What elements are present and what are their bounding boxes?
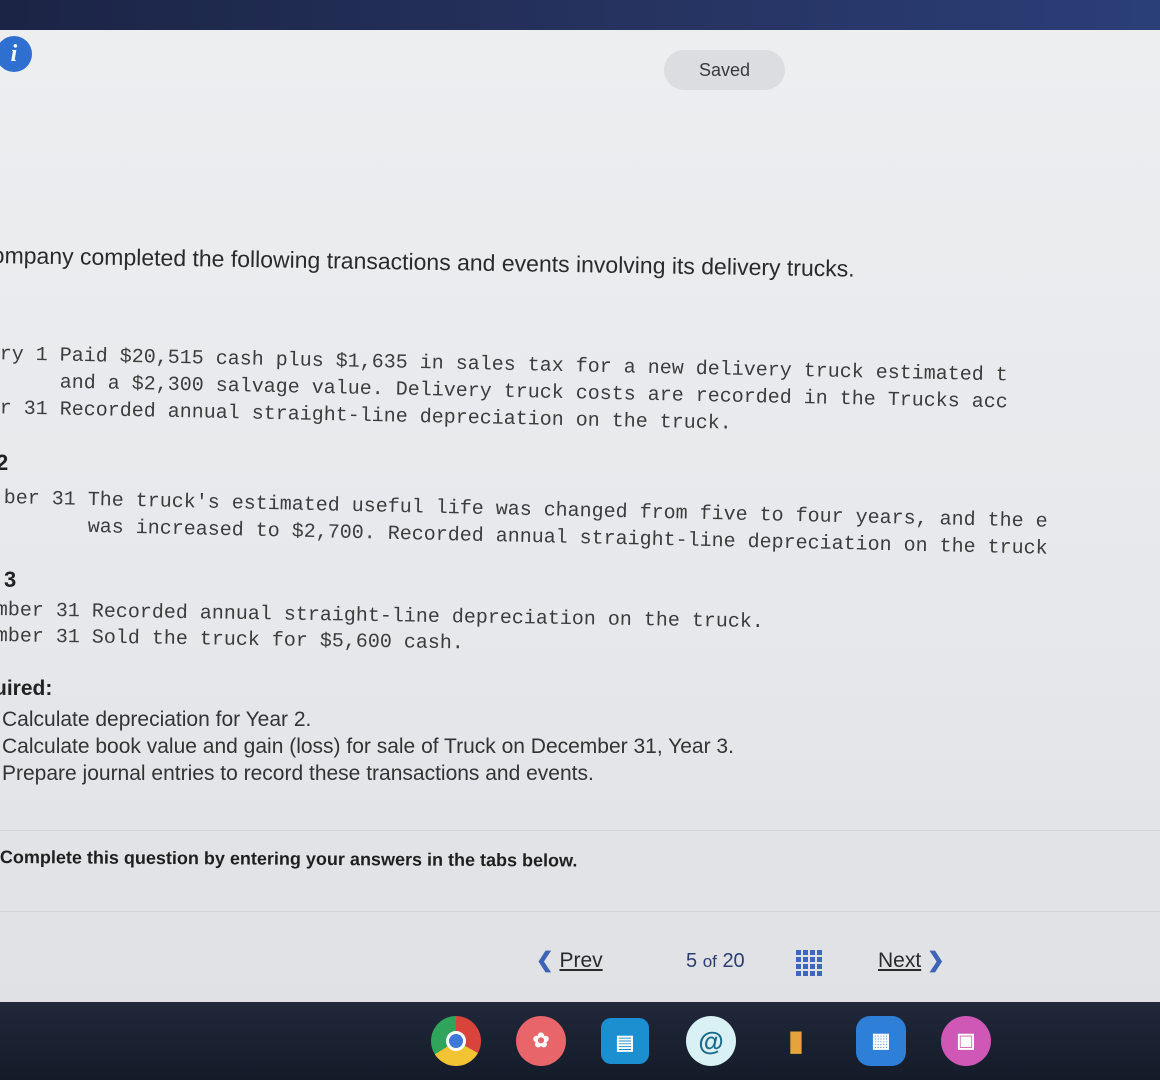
of-label: of [702,952,717,971]
photos-icon[interactable]: ✿ [516,1016,566,1066]
prev-button[interactable]: ❮ Prev [536,948,603,973]
instruction-text: Complete this question by entering your … [0,847,578,871]
question-counter: 5 of 20 [686,950,745,973]
required-item-2: Calculate book value and gain (loss) for… [2,735,734,758]
info-icon[interactable]: i [0,36,32,72]
question-grid-icon[interactable] [796,950,822,976]
os-shelf: ✿ ▤ @ ▮ ▦ ▣ [0,1002,1160,1080]
chevron-left-icon: ❮ [536,949,554,972]
browser-top-strip [0,0,1160,30]
at-icon[interactable]: @ [686,1016,736,1066]
required-title: uired: [0,677,53,700]
files-icon[interactable]: ▮ [771,1016,821,1066]
year3-heading: 3 [4,567,17,592]
saved-status-badge: Saved [664,50,785,90]
question-page: i Saved ompany completed the following t… [0,30,1160,1002]
question-pager: ❮ Prev 5 of 20 Next ❯ [0,948,1160,984]
problem-intro: ompany completed the following transacti… [0,242,855,282]
current-question: 5 [686,950,698,972]
year2-heading: 2 [0,450,9,475]
next-label: Next [878,949,922,972]
folder-icon[interactable]: ▦ [856,1016,906,1066]
next-button[interactable]: Next ❯ [878,948,945,973]
prev-label: Prev [559,949,603,972]
required-item-3: Prepare journal entries to record these … [2,762,594,785]
required-item-1: Calculate depreciation for Year 2. [2,708,312,731]
chevron-right-icon: ❯ [927,949,945,972]
slides-icon[interactable]: ▤ [601,1018,649,1064]
chrome-icon[interactable] [431,1016,481,1066]
required-list: Calculate depreciation for Year 2. Calcu… [2,706,734,787]
gallery-icon[interactable]: ▣ [941,1016,991,1066]
answer-tabs-area [0,830,1160,912]
total-questions: 20 [722,950,745,972]
